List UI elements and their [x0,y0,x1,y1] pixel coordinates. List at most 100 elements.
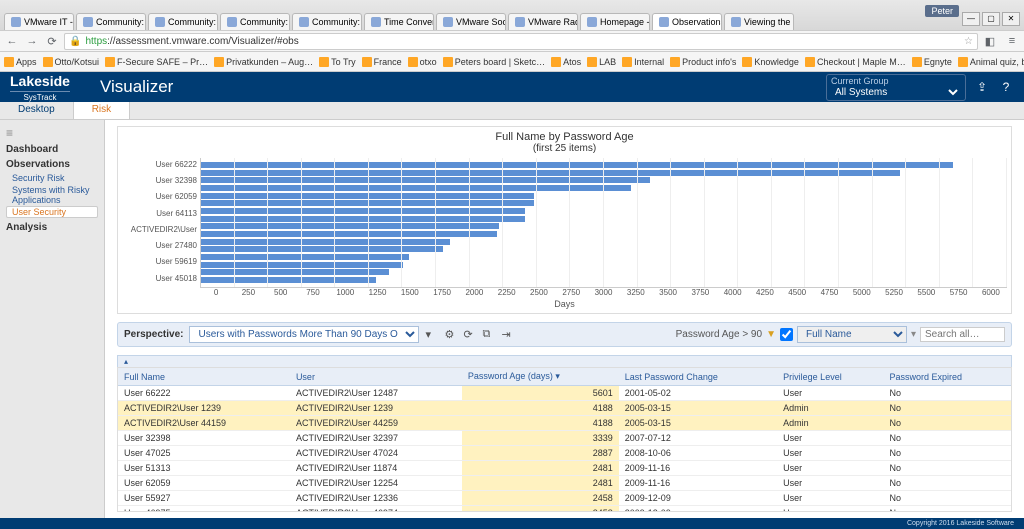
table-row[interactable]: User 51313ACTIVEDIR2\User 1187424812009-… [118,461,1011,476]
bookmark-item[interactable]: Egnyte [912,57,952,67]
column-header[interactable]: Last Password Change [619,368,777,386]
browser-tab[interactable]: Viewing the User ...× [724,13,794,30]
search-input[interactable] [920,327,1005,342]
table-row[interactable]: User 32398ACTIVEDIR2\User 3239733392007-… [118,431,1011,446]
tab-label: VMware IT - VMw... [24,17,74,27]
copy-icon[interactable]: ⧉ [482,328,495,341]
tab-label: Community: VMw... [96,17,146,27]
back-icon[interactable]: ← [4,33,20,49]
refresh-icon[interactable]: ⟳ [463,328,476,341]
perspective-select[interactable]: Users with Passwords More Than 90 Days O… [189,326,419,343]
collapse-toggle-icon[interactable]: ▴ [117,355,1012,367]
folder-icon [670,57,680,67]
subtab-risk[interactable]: Risk [74,102,130,119]
bookmark-item[interactable]: LAB [587,57,616,67]
maximize-button[interactable]: ▢ [982,12,1000,26]
favicon-icon [155,17,165,27]
browser-tab[interactable]: Community: Hori...× [220,13,290,30]
browser-tab[interactable]: VMware Radius | ...× [508,13,578,30]
url-text: https://assessment.vmware.com/Visualizer… [85,36,298,47]
bookmark-star-icon[interactable]: ☆ [964,36,973,47]
subtab-desktop[interactable]: Desktop [0,102,74,119]
column-header[interactable]: User [290,368,462,386]
column-header[interactable]: Password Expired [884,368,1012,386]
table-cell: 2009-12-09 [619,491,777,506]
browser-tab[interactable]: VMware IT - VMw...× [4,13,74,30]
filter-funnel-icon[interactable]: ▼ [766,329,776,340]
browser-tab[interactable]: Observations - Vi...× [652,13,722,30]
settings-gear-icon[interactable]: ⚙ [444,328,457,341]
bookmark-item[interactable]: otxo [408,57,437,67]
bookmark-item[interactable]: France [362,57,402,67]
bookmark-item[interactable]: Peters board | Sketc… [443,57,545,67]
table-cell: 3339 [462,431,619,446]
browser-user-badge[interactable]: Peter [925,5,959,17]
app-header: Lakeside SysTrack Visualizer Current Gro… [0,72,1024,102]
help-icon[interactable]: ? [998,79,1014,95]
chevron-down-icon[interactable]: ▾ [911,329,916,340]
bookmark-item[interactable]: Internal [622,57,664,67]
bookmark-item[interactable]: Knowledge [742,57,799,67]
column-header[interactable]: Password Age (days) [462,368,619,386]
table-cell: 2005-03-15 [619,401,777,416]
window-controls: — ▢ ✕ [962,12,1020,30]
data-table-wrapper[interactable]: Full NameUserPassword Age (days)Last Pas… [117,367,1012,512]
bookmark-item[interactable]: To Try [319,57,356,67]
sidebar-observations[interactable]: Observations [6,159,98,170]
browser-tab[interactable]: Community: VMw...× [76,13,146,30]
search-column-select[interactable]: Full Name [797,326,907,343]
close-button[interactable]: ✕ [1002,12,1020,26]
perspective-bar: Perspective: Users with Passwords More T… [117,322,1012,347]
url-input[interactable]: 🔒 https://assessment.vmware.com/Visualiz… [64,33,978,50]
sidebar-analysis[interactable]: Analysis [6,222,98,233]
favicon-icon [227,17,237,27]
sidebar-item[interactable]: Security Risk [6,172,98,184]
browser-tab[interactable]: Community: VMw...× [148,13,218,30]
current-group-selector[interactable]: Current Group All Systems [826,74,966,101]
column-header[interactable]: Full Name [118,368,290,386]
table-row[interactable]: User 55927ACTIVEDIR2\User 1233624582009-… [118,491,1011,506]
share-icon[interactable]: ⇪ [974,79,990,95]
browser-tab[interactable]: Time Converter a...× [364,13,434,30]
content-area: Full Name by Password Age (first 25 item… [105,120,1024,518]
bookmark-item[interactable]: Animal quiz, behav… [958,57,1024,67]
chevron-down-icon[interactable]: ▾ [425,328,438,341]
bookmark-item[interactable]: Atos [551,57,581,67]
filter-checkbox[interactable] [780,328,793,341]
table-cell: ACTIVEDIR2\User 44159 [118,416,290,431]
sidebar-item[interactable]: Systems with Risky Applications [6,184,98,206]
bookmark-item[interactable]: Checkout | Maple M… [805,57,906,67]
tab-label: Community: VMw... [312,17,362,27]
bookmark-item[interactable]: F-Secure SAFE – Pr… [105,57,208,67]
column-header[interactable]: Privilege Level [777,368,883,386]
bookmark-item[interactable]: Product info's [670,57,736,67]
table-row[interactable]: User 66222ACTIVEDIR2\User 1248756012001-… [118,386,1011,401]
folder-icon [362,57,372,67]
reload-icon[interactable]: ⟳ [44,33,60,49]
minimize-button[interactable]: — [962,12,980,26]
browser-tab[interactable]: VMware Social M...× [436,13,506,30]
group-select[interactable]: All Systems [831,86,961,99]
bookmark-item[interactable]: Privatkunden – Aug… [214,57,313,67]
table-row[interactable]: ACTIVEDIR2\User 44159ACTIVEDIR2\User 442… [118,416,1011,431]
table-row[interactable]: ACTIVEDIR2\User 1239ACTIVEDIR2\User 1239… [118,401,1011,416]
table-cell: User 46975 [118,506,290,513]
sidebar-dashboard[interactable]: Dashboard [6,144,98,155]
table-row[interactable]: User 62059ACTIVEDIR2\User 1225424812009-… [118,476,1011,491]
bookmark-item[interactable]: Apps [4,57,37,67]
browser-tab[interactable]: Homepage - SysT...× [580,13,650,30]
export-icon[interactable]: ⇥ [501,328,514,341]
bookmark-item[interactable]: Otto/Kotsui [43,57,100,67]
browser-tab[interactable]: Community: VMw...× [292,13,362,30]
table-cell: ACTIVEDIR2\User 47024 [290,446,462,461]
table-row[interactable]: User 46975ACTIVEDIR2\User 4697424582009-… [118,506,1011,513]
forward-icon[interactable]: → [24,33,40,49]
favicon-icon [443,17,453,27]
hamburger-icon[interactable]: ≡ [6,126,98,140]
table-cell: User [777,476,883,491]
extension-icon[interactable]: ◧ [982,33,998,49]
table-row[interactable]: User 47025ACTIVEDIR2\User 4702428872008-… [118,446,1011,461]
favicon-icon [515,17,525,27]
sidebar-item[interactable]: User Security [6,206,98,218]
menu-icon[interactable]: ≡ [1004,33,1020,49]
